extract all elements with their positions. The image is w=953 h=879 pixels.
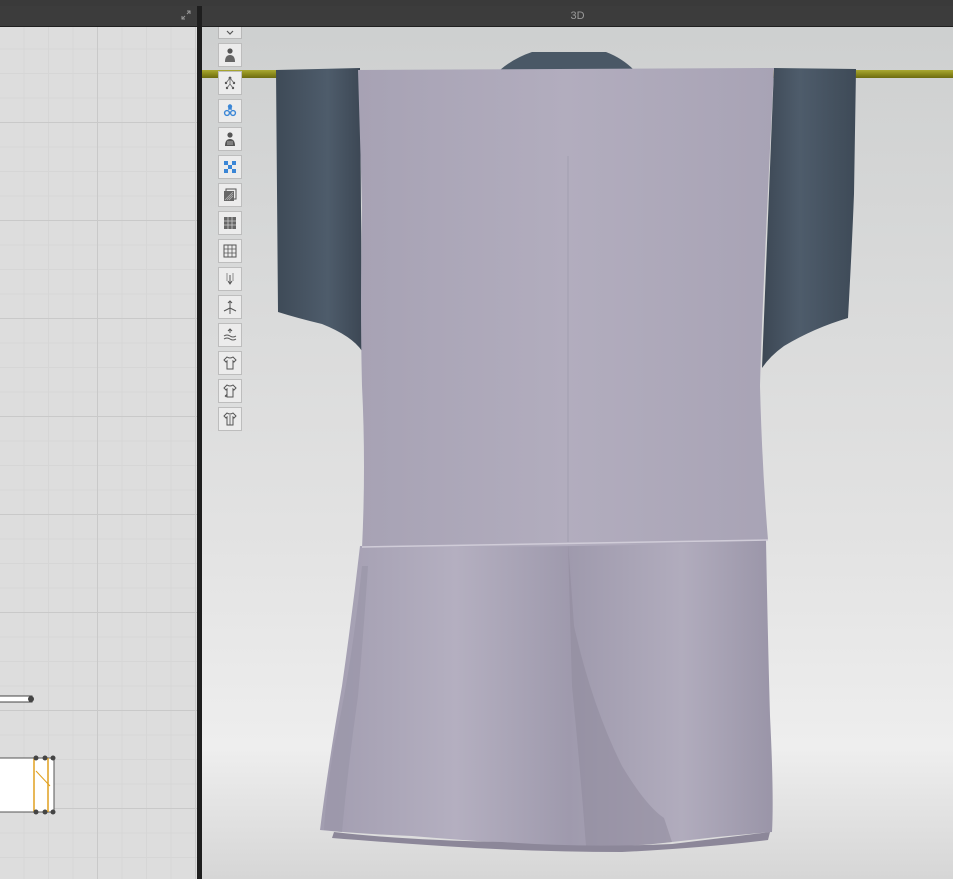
show-xray-joints-button[interactable]	[218, 99, 242, 123]
pattern-window[interactable]	[0, 6, 197, 879]
show-thickness-button[interactable]	[218, 183, 242, 207]
garment-skirt	[320, 540, 773, 847]
show-grid-button[interactable]	[218, 239, 242, 263]
show-texture-icon	[224, 161, 236, 173]
garment-body	[358, 68, 774, 548]
pattern-rect-piece[interactable]	[0, 755, 56, 815]
show-mesh-icon	[224, 217, 236, 229]
avatar-texture-icon	[225, 132, 235, 146]
garment-shirt-icon	[223, 356, 237, 370]
garment-tshirt-button[interactable]	[218, 379, 242, 403]
pattern-strip-piece[interactable]	[0, 695, 34, 703]
show-avatar-icon	[225, 48, 235, 62]
show-pins-icon	[226, 273, 234, 285]
show-pins-button[interactable]	[218, 267, 242, 291]
show-skeleton-icon	[224, 76, 236, 90]
show-wind-button[interactable]	[218, 323, 242, 347]
right-sleeve	[762, 68, 856, 368]
left-sleeve	[276, 68, 362, 351]
viewport-header: 3D	[202, 6, 953, 27]
show-texture-button[interactable]	[218, 155, 242, 179]
viewport-3d[interactable]: 3D	[202, 6, 953, 879]
show-mesh-button[interactable]	[218, 211, 242, 235]
garment-basic-icon	[223, 412, 237, 426]
garment-shirt-button[interactable]	[218, 351, 242, 375]
garment-basic-button[interactable]	[218, 407, 242, 431]
chevron-down-icon	[226, 30, 234, 35]
show-axis-icon	[223, 300, 237, 314]
show-grid-icon	[223, 244, 237, 258]
show-avatar-button[interactable]	[218, 43, 242, 67]
show-axis-button[interactable]	[218, 295, 242, 319]
show-wind-icon	[223, 328, 237, 341]
viewport-title: 3D	[570, 10, 585, 22]
show-thickness-icon	[224, 188, 237, 201]
viewport-toolbar	[218, 27, 242, 435]
show-skeleton-button[interactable]	[218, 71, 242, 95]
garment-render[interactable]	[202, 6, 953, 879]
garment-tshirt-icon	[223, 384, 237, 398]
avatar-texture-button[interactable]	[218, 127, 242, 151]
pattern-pieces[interactable]	[0, 6, 197, 879]
toolbar-collapse-button[interactable]	[218, 27, 242, 39]
show-xray-joints-icon	[223, 104, 237, 117]
